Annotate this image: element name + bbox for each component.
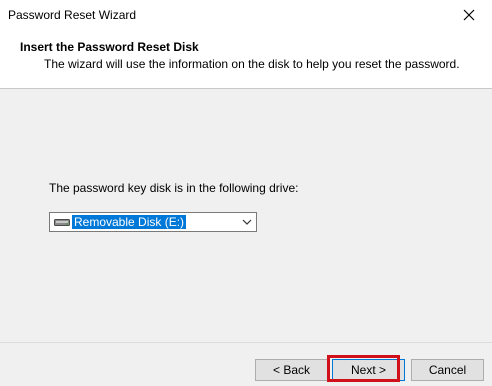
- chevron-down-icon[interactable]: [242, 217, 252, 227]
- close-button[interactable]: [446, 0, 492, 30]
- footer-divider: [0, 342, 492, 343]
- drive-select-value: Removable Disk (E:): [52, 215, 238, 229]
- cancel-button[interactable]: Cancel: [411, 359, 484, 381]
- drive-label: The password key disk is in the followin…: [49, 181, 299, 195]
- wizard-header: Insert the Password Reset Disk The wizar…: [0, 30, 492, 89]
- window-title: Password Reset Wizard: [8, 8, 137, 22]
- drive-select[interactable]: Removable Disk (E:): [49, 212, 257, 232]
- drive-select-text: Removable Disk (E:): [72, 215, 187, 229]
- header-title: Insert the Password Reset Disk: [20, 40, 199, 54]
- removable-disk-icon: [54, 219, 70, 226]
- password-reset-wizard-window: Password Reset Wizard Insert the Passwor…: [0, 0, 492, 386]
- title-bar: Password Reset Wizard: [0, 0, 492, 30]
- close-icon: [463, 9, 475, 21]
- wizard-content: The password key disk is in the followin…: [0, 89, 492, 342]
- back-button[interactable]: < Back: [255, 359, 328, 381]
- next-button[interactable]: Next >: [332, 359, 405, 381]
- header-subtitle: The wizard will use the information on t…: [44, 57, 460, 71]
